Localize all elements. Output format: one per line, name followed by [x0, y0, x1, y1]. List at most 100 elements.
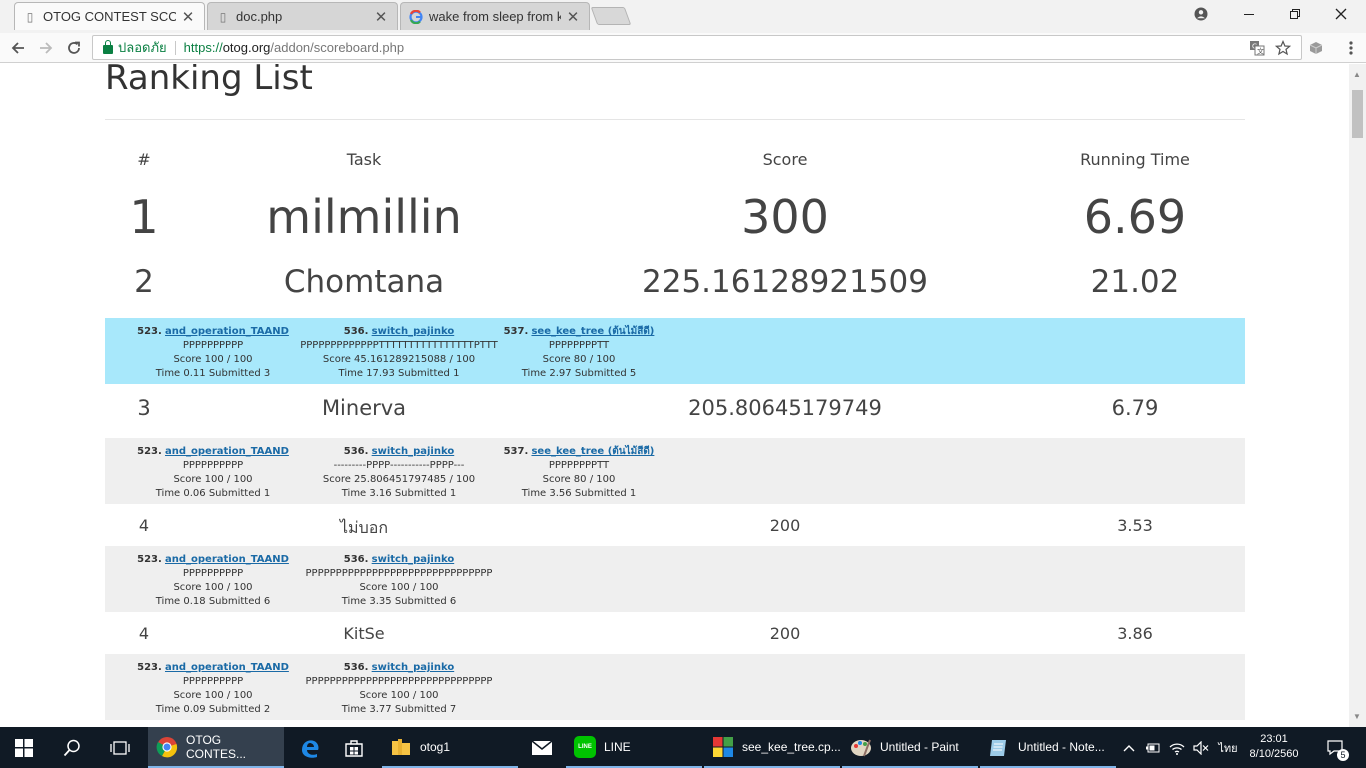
task-link[interactable]: switch_pajinko [372, 662, 455, 673]
taskbar-app-codeblocks[interactable]: see_kee_tree.cp... [704, 727, 841, 768]
contestant-name: Chomtana [283, 264, 445, 300]
menu-kebab-icon[interactable] [1340, 37, 1362, 59]
taskbar-app-explorer[interactable]: otog1 [382, 727, 518, 768]
taskbar-app-chrome[interactable]: OTOG CONTES... [148, 727, 284, 768]
task-id: 537. [503, 446, 529, 457]
close-icon[interactable]: ✕ [180, 8, 196, 26]
task-view-icon[interactable] [96, 727, 144, 768]
task-link[interactable]: and_operation_TAAND [165, 662, 289, 673]
submission-detail-row: 523. and_operation_TAAND PPPPPPPPPP Scor… [105, 318, 1245, 384]
submission-detail-row: 523. and_operation_TAAND PPPPPPPPPP Scor… [105, 438, 1245, 504]
table-row: 2 Chomtana 225.16128921509 21.02 [105, 256, 1245, 318]
table-row: 1 milmillin 300 6.69 [105, 184, 1245, 256]
forward-arrow-icon[interactable] [35, 37, 57, 59]
back-arrow-icon[interactable] [7, 37, 29, 59]
task-link[interactable]: and_operation_TAAND [165, 554, 289, 565]
task-id: 523. [137, 326, 162, 337]
windows-logo-icon [15, 738, 33, 757]
time-cell: 3.53 [1117, 516, 1153, 535]
taskbar-app-paint[interactable]: Untitled - Paint [842, 727, 978, 768]
task-link[interactable]: and_operation_TAAND [165, 446, 289, 457]
close-icon[interactable]: ✕ [565, 8, 581, 26]
task-score: Score 25.806451797485 / 100 [322, 474, 476, 485]
time-cell: 3.86 [1117, 624, 1153, 643]
page-scrollbar[interactable]: ▲ ▼ [1349, 64, 1366, 727]
reload-icon[interactable] [63, 37, 85, 59]
test-results: PPPPPPPPPPPPPPPPPPPPPPPPPPPPPPP [305, 568, 493, 579]
contestant-name: KitSe [343, 624, 385, 643]
task-time: Time 0.06 Submitted 1 [155, 488, 271, 499]
task-link[interactable]: see_kee_tree (ต้นไม้สีดี) [531, 446, 654, 457]
table-row: 4 ไม่บอก 200 3.53 [105, 504, 1245, 546]
taskbar-app-label: OTOG CONTES... [186, 732, 247, 761]
scroll-thumb[interactable] [1352, 90, 1363, 138]
task-summary: 536. switch_pajinko PPPPPPPPPPPPPTTTTTTT… [299, 325, 499, 381]
battery-icon[interactable] [1142, 727, 1164, 768]
page-viewport: Ranking List # Task Score Running Time 1… [0, 64, 1349, 727]
task-id: 536. [343, 446, 369, 457]
task-id: 523. [137, 662, 162, 673]
search-icon[interactable] [48, 727, 96, 768]
google-icon [409, 9, 423, 24]
scroll-down-arrow-icon[interactable]: ▼ [1353, 712, 1361, 721]
test-results: PPPPPPPPPPPPPTTTTTTTTTTTTTTTTPTTT [300, 340, 498, 351]
tab-doc-php[interactable]: ▯ doc.php ✕ [207, 2, 398, 30]
scroll-up-arrow-icon[interactable]: ▲ [1353, 70, 1361, 79]
tab-otog-scoreboard[interactable]: ▯ OTOG CONTEST SCOREB ✕ [14, 2, 205, 30]
task-time: Time 3.16 Submitted 1 [341, 488, 457, 499]
task-time: Time 3.77 Submitted 7 [341, 704, 457, 715]
taskbar-app-label: Untitled - Note... [1018, 739, 1105, 754]
score-cell: 200 [769, 624, 801, 643]
minimize-icon[interactable] [1226, 0, 1272, 28]
url-scheme: https:// [183, 40, 223, 55]
tab-google-search[interactable]: wake from sleep from ke ✕ [400, 2, 590, 30]
edge-icon[interactable] [288, 727, 332, 768]
task-time: Time 3.56 Submitted 1 [521, 488, 637, 499]
task-score: Score 80 / 100 [542, 354, 616, 365]
show-hidden-icons-chevron-icon[interactable] [1120, 727, 1138, 768]
table-header: # Task Score Running Time [105, 136, 1245, 184]
line-icon: LINE [574, 735, 596, 758]
language-indicator[interactable]: ไทย [1214, 727, 1242, 768]
translate-icon[interactable]: G文 [1249, 36, 1265, 59]
task-summary: 536. switch_pajinko ---------PPPP-------… [299, 445, 499, 501]
profile-icon[interactable] [1178, 0, 1224, 28]
task-score: Score 100 / 100 [173, 354, 253, 365]
bookmark-star-icon[interactable] [1275, 36, 1291, 59]
security-label: ปลอดภัย [118, 40, 167, 55]
store-icon[interactable] [332, 727, 376, 768]
task-link[interactable]: switch_pajinko [372, 554, 455, 565]
extension-icon[interactable] [1305, 37, 1327, 59]
task-link[interactable]: see_kee_tree (ต้นไม้สีดี) [531, 326, 654, 337]
taskbar-app-line[interactable]: LINE LINE [566, 727, 702, 768]
system-clock[interactable]: 23:01 8/10/2560 [1243, 732, 1305, 762]
score-cell: 300 [741, 190, 829, 244]
action-center-icon[interactable]: 5 [1318, 727, 1354, 768]
start-button[interactable] [0, 727, 48, 768]
volume-muted-icon[interactable] [1190, 727, 1212, 768]
taskbar-app-notepad[interactable]: Untitled - Note... [980, 727, 1116, 768]
task-link[interactable]: switch_pajinko [372, 326, 455, 337]
wifi-icon[interactable] [1166, 727, 1188, 768]
new-tab-button[interactable] [590, 7, 632, 25]
url-host: otog.org [222, 40, 271, 55]
task-id: 523. [137, 554, 162, 565]
contestant-name: ไม่บอก [339, 518, 389, 537]
address-bar[interactable]: ปลอดภัย https:// otog.org /addon/scorebo… [92, 35, 1302, 60]
time-cell: 6.69 [1083, 190, 1187, 244]
task-link[interactable]: and_operation_TAAND [165, 326, 289, 337]
task-score: Score 45.161289215088 / 100 [322, 354, 476, 365]
task-summary: 523. and_operation_TAAND PPPPPPPPPP Scor… [113, 553, 313, 609]
close-window-icon[interactable] [1318, 0, 1364, 28]
notepad-icon [990, 739, 1006, 756]
task-time: Time 2.97 Submitted 5 [521, 368, 637, 379]
lock-icon [103, 39, 113, 54]
url-path: /addon/scoreboard.php [270, 40, 405, 55]
close-icon[interactable]: ✕ [373, 8, 389, 26]
rank-cell: 2 [134, 264, 154, 300]
mail-icon[interactable] [520, 727, 564, 768]
restore-icon[interactable] [1272, 0, 1318, 28]
task-id: 523. [137, 446, 162, 457]
task-link[interactable]: switch_pajinko [372, 446, 455, 457]
task-score: Score 100 / 100 [359, 690, 439, 701]
